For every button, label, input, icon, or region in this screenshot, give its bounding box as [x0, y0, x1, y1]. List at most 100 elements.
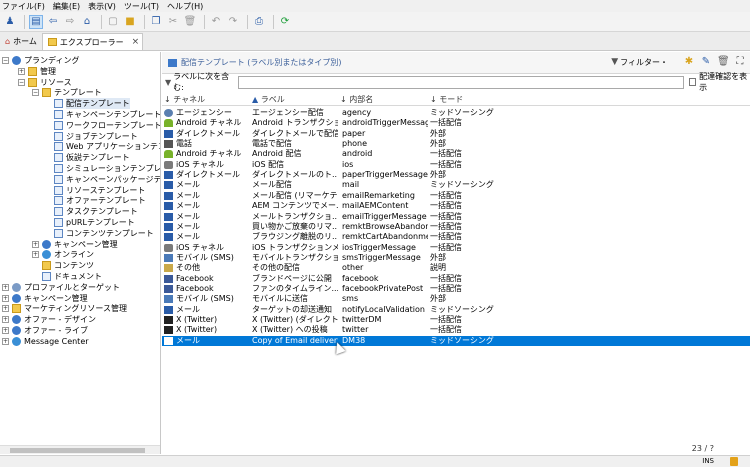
table-row[interactable]: メール ターゲットの却送通知 notifyLocalValidation ミッドソーシ…	[162, 305, 750, 315]
duplicate-icon[interactable]: ❐	[149, 15, 163, 29]
tree-node[interactable]: + オファー - デザイン	[2, 314, 96, 325]
tree-node[interactable]: リソーステンプレート	[44, 185, 145, 196]
table-row[interactable]: Android チャネル Android 配信 android 一括配信	[162, 149, 750, 159]
tree-node[interactable]: タスクテンプレート	[44, 206, 138, 217]
column-label[interactable]: ▲ ラベル	[252, 94, 285, 105]
expand-icon[interactable]: +	[18, 67, 25, 75]
table-row[interactable]: その他 その他の配信 other 説明	[162, 263, 750, 273]
table-row[interactable]: ダイレクトメール ダイレクトメールで配信 paper 外部	[162, 129, 750, 139]
menu-help[interactable]: ヘルプ(H)	[167, 1, 203, 12]
column-internal-name[interactable]: ↓ 内部名	[340, 94, 373, 105]
collapse-icon[interactable]: −	[18, 78, 25, 86]
open-folder-icon[interactable]: ■	[123, 15, 137, 29]
table-row[interactable]: メール 買い物かご放棄のリマ... remktBrowseAbandonm...一括…	[162, 222, 750, 232]
tree-node[interactable]: pURLテンプレート	[44, 217, 135, 228]
detach-icon[interactable]: ⛶	[734, 56, 746, 68]
doc-icon	[54, 164, 63, 173]
horizontal-scrollbar[interactable]	[0, 445, 160, 454]
menu-tools[interactable]: ツール(T)	[124, 1, 159, 12]
expand-icon[interactable]: +	[2, 337, 9, 345]
tree-node[interactable]: + キャンペーン管理	[32, 239, 118, 250]
tree-node[interactable]: コンテンツテンプレート	[44, 228, 154, 239]
settings-icon[interactable]: ✱	[683, 56, 695, 68]
tree-node[interactable]: 仮説テンプレート	[44, 152, 130, 163]
table-row[interactable]: 電話 電話で配信 phone 外部	[162, 139, 750, 149]
expand-icon[interactable]: +	[2, 283, 9, 291]
expand-icon[interactable]: +	[32, 251, 39, 259]
sms-channel-icon	[164, 253, 173, 262]
tree-node[interactable]: + 管理	[18, 66, 56, 77]
expand-icon[interactable]: +	[2, 316, 9, 324]
label-filter-input[interactable]	[237, 75, 684, 89]
table-row[interactable]: メール メール配信 (リマーケテ... emailRemarketing 一括配信	[162, 191, 750, 201]
tree-node[interactable]: Web アプリケーションテンプレート	[44, 141, 160, 152]
tree-node[interactable]: シミュレーションテンプレート	[44, 163, 160, 174]
new-item-icon[interactable]: ✎	[700, 56, 712, 68]
print-icon[interactable]: ⎙	[252, 15, 266, 29]
tree-node[interactable]: − テンプレート	[32, 87, 102, 98]
menu-edit[interactable]: 編集(E)	[53, 1, 80, 12]
tree-node[interactable]: 配信テンプレート	[44, 98, 130, 110]
explorer-icon[interactable]: ▤	[29, 14, 43, 29]
tab-explorer[interactable]: エクスプローラー ×	[41, 33, 144, 50]
user-add-icon[interactable]: ♟	[3, 15, 17, 29]
new-icon[interactable]: ▢	[106, 15, 120, 29]
expand-icon[interactable]: +	[2, 305, 9, 313]
tree-node[interactable]: ジョブテンプレート	[44, 131, 138, 142]
menu-file[interactable]: ファイル(F)	[2, 1, 45, 12]
undo-icon[interactable]: ↶	[209, 15, 223, 29]
expand-icon[interactable]: +	[2, 294, 9, 302]
tab-home[interactable]: ⌂ ホーム	[0, 33, 42, 50]
table-row[interactable]: Facebook ファンのタイムライン... facebookPrivatePost…	[162, 284, 750, 294]
tree-node[interactable]: コンテンツ	[32, 260, 94, 271]
table-row[interactable]: X (Twitter) X (Twitter) への投稿 twitter 一括配信	[162, 325, 750, 335]
table-row[interactable]: Android チャネル Android トランザクショ... androidTri…	[162, 118, 750, 128]
home-folder-icon[interactable]: ⌂	[80, 15, 94, 29]
table-row[interactable]: iOS チャネル iOS トランザクションメ... iosTriggerMessag…	[162, 243, 750, 253]
delete-icon[interactable]: 🗑	[183, 15, 197, 29]
table-row[interactable]: メール AEM コンテンツでメー... mailAEMContent 一括配信	[162, 201, 750, 211]
back-icon[interactable]: ⇦	[46, 15, 60, 29]
label-cell: X (Twitter) (ダイレクトメ...	[252, 315, 338, 324]
expand-icon[interactable]: +	[2, 327, 9, 334]
redo-icon[interactable]: ↷	[226, 15, 240, 29]
tree-node[interactable]: + プロファイルとターゲット	[2, 282, 120, 293]
tree-node[interactable]: + キャンペーン管理	[2, 293, 88, 304]
table-row[interactable]: iOS チャネル iOS 配信 ios 一括配信	[162, 160, 750, 170]
tree-node[interactable]: ワークフローテンプレート	[44, 120, 160, 131]
table-row[interactable]: メール Copy of Email delivery DM38 ミッドソーシング	[162, 335, 750, 347]
tree-node[interactable]: + オファー - ライブ	[2, 325, 88, 336]
tree-node[interactable]: キャンペーンパッケージテンプレート	[44, 174, 160, 185]
table-row[interactable]: メール ブラウジング離脱のリ... remktCartAbandonme...一括配…	[162, 232, 750, 242]
tree-node[interactable]: − リソース	[18, 77, 72, 88]
show-proofs-checkbox[interactable]	[688, 78, 697, 86]
close-icon[interactable]: ×	[132, 37, 140, 47]
table-row[interactable]: X (Twitter) X (Twitter) (ダイレクトメ... twitter…	[162, 315, 750, 325]
trash-icon[interactable]: 🗑	[717, 56, 730, 68]
menu-view[interactable]: 表示(V)	[88, 1, 116, 12]
table-row[interactable]: エージェンシー エージェンシー配信 agency ミッドソーシング	[162, 108, 750, 118]
tree-node[interactable]: オファーテンプレート	[44, 195, 146, 206]
tree-node[interactable]: キャンペーンテンプレート	[44, 109, 160, 120]
cut-icon[interactable]: ✂	[166, 15, 180, 29]
tree-node[interactable]: + オンライン	[32, 249, 94, 260]
column-channel[interactable]: ↓ チャネル	[164, 94, 205, 105]
column-mode[interactable]: ↓ モード	[430, 94, 463, 105]
filter-button[interactable]: フィルター・	[620, 57, 668, 68]
table-row[interactable]: ダイレクトメール ダイレクトメールのト... paperTriggerMessage…	[162, 170, 750, 180]
expand-icon[interactable]: +	[32, 240, 39, 248]
refresh-icon[interactable]: ⟳	[278, 15, 292, 29]
tree-node[interactable]: + Message Center	[2, 336, 89, 347]
collapse-icon[interactable]: −	[2, 57, 9, 64]
table-row[interactable]: メール メール配信 mail ミッドソーシング	[162, 180, 750, 190]
tree-node[interactable]: − プランディング	[2, 55, 79, 66]
table-row[interactable]: モバイル (SMS) モバイルに送信 sms 外部	[162, 294, 750, 304]
table-row[interactable]: メール メールトランザクショ... emailTriggerMessage 一括配信	[162, 212, 750, 222]
collapse-icon[interactable]: −	[32, 89, 39, 97]
tree-node[interactable]: + マーケティングリソース管理	[2, 303, 127, 314]
scrollbar-thumb[interactable]	[10, 448, 145, 453]
tree-node[interactable]: ドキュメント	[32, 271, 102, 282]
forward-icon[interactable]: ⇨	[63, 15, 77, 29]
table-row[interactable]: モバイル (SMS) モバイルトランザクショ... smsTriggerMessag…	[162, 253, 750, 263]
table-row[interactable]: Facebook ブランドページに公開 facebook 一括配信	[162, 274, 750, 284]
